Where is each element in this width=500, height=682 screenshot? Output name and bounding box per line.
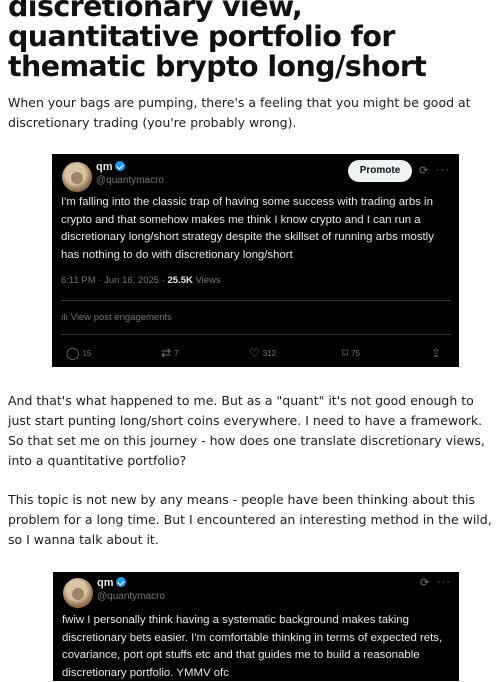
views-label: Views	[192, 275, 221, 286]
reply-icon: ◯	[66, 346, 80, 360]
author-name[interactable]: qm	[97, 577, 126, 589]
reply-button[interactable]: ◯ 15	[66, 347, 91, 359]
share-icon: ⇪	[431, 346, 442, 360]
grok-icon[interactable]: ⟳	[420, 577, 429, 589]
author-handle[interactable]: @quantymacro	[96, 175, 164, 186]
timestamp-text[interactable]: 6:11 PM · Jun 16, 2025 ·	[61, 275, 168, 286]
heart-icon: ♡	[249, 346, 260, 360]
engagements-label: View post engagements	[70, 312, 172, 323]
article-title: discretionary view, quantitative portfol…	[8, 0, 427, 83]
grok-icon[interactable]: ⟳	[419, 165, 428, 177]
divider	[61, 334, 451, 335]
reply-count: 15	[82, 348, 92, 358]
tweet-timestamp: 6:11 PM · Jun 16, 2025 · 25.5K Views	[61, 275, 221, 286]
embedded-tweet[interactable]: qm @quantymacro Promote ⟳ ··· I'm fallin…	[52, 154, 459, 367]
analytics-icon: ılı	[61, 312, 69, 322]
repost-count: 7	[174, 348, 179, 358]
view-engagements-link[interactable]: ılı View post engagements	[61, 312, 172, 323]
more-options-icon[interactable]: ···	[436, 164, 450, 176]
repost-icon: ⇄	[161, 346, 172, 360]
share-button[interactable]: ⇪	[431, 347, 441, 359]
bookmark-icon: ⌑	[342, 346, 349, 360]
bookmark-count: 75	[351, 348, 361, 358]
promote-button[interactable]: Promote	[348, 160, 412, 182]
tweet-text: fwiw I personally think having a systema…	[62, 614, 443, 679]
body-paragraph: And that's what happened to me. But as a…	[8, 393, 485, 468]
author-handle[interactable]: @quantymacro	[97, 591, 165, 602]
author-name[interactable]: qm	[96, 161, 125, 173]
bookmark-button[interactable]: ⌑ 75	[342, 347, 360, 359]
repost-button[interactable]: ⇄ 7	[161, 347, 179, 359]
divider	[61, 300, 451, 301]
author-name-text: qm	[96, 161, 113, 173]
verified-badge-icon	[115, 577, 126, 587]
views-count: 25.5K	[167, 275, 193, 286]
body-paragraph: This topic is not new by any means - peo…	[8, 492, 492, 547]
tweet-text: I'm falling into the classic trap of hav…	[61, 196, 434, 261]
author-name-text: qm	[97, 577, 114, 589]
like-count: 312	[262, 348, 277, 358]
embedded-tweet[interactable]: qm @quantymacro ⟳ ··· fwiw I personally …	[53, 572, 459, 681]
verified-badge-icon	[114, 161, 125, 171]
avatar[interactable]	[62, 162, 92, 192]
avatar[interactable]	[63, 578, 93, 608]
more-options-icon[interactable]: ···	[437, 576, 451, 588]
intro-paragraph: When your bags are pumping, there's a fe…	[8, 95, 471, 130]
like-button[interactable]: ♡ 312	[249, 347, 276, 359]
